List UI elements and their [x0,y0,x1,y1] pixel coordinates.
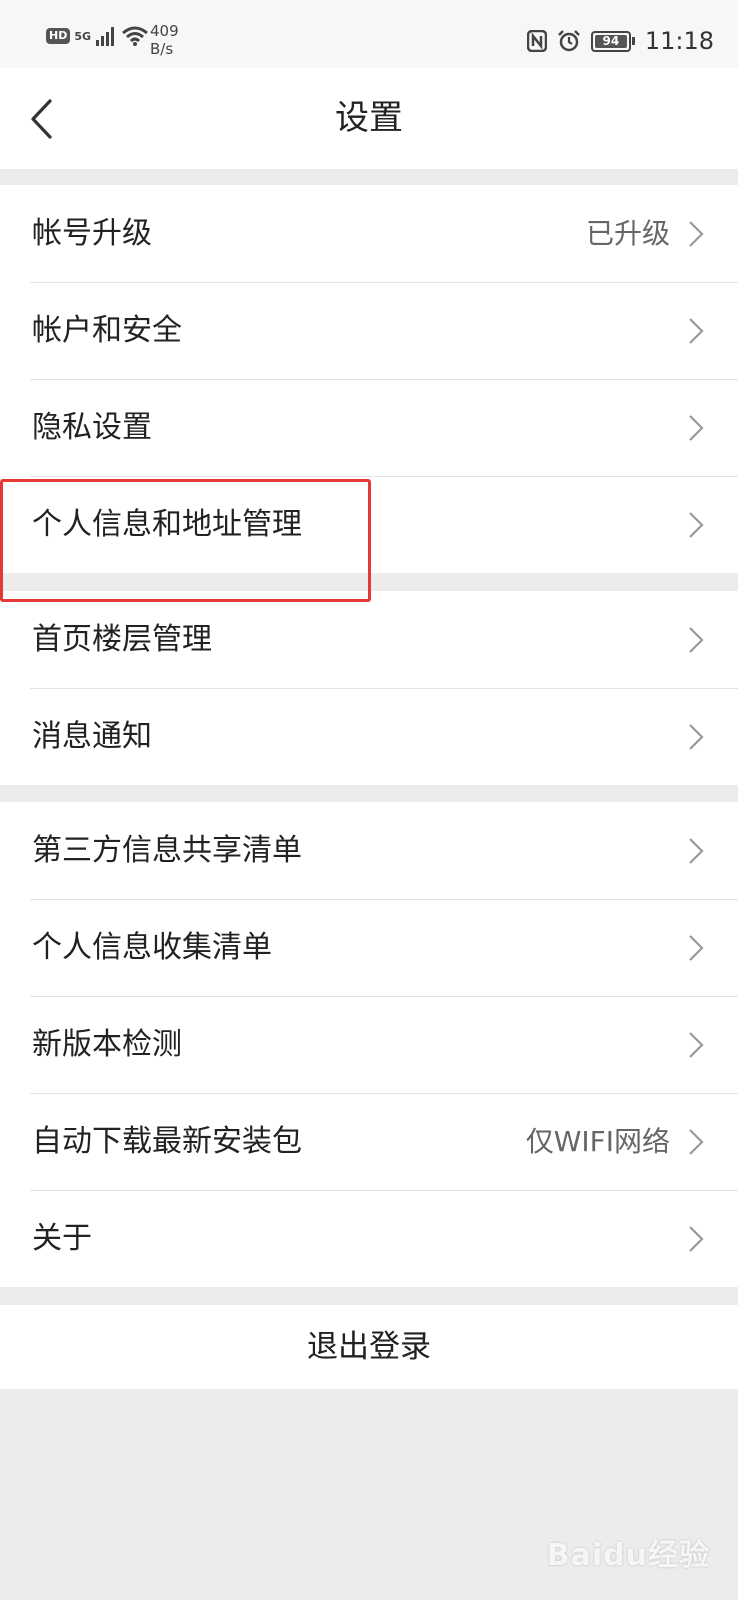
clock: 11:18 [644,27,714,55]
status-bar: HD 5G 409 B/s 94 11:18 [0,0,738,68]
settings-row-info-collection[interactable]: 个人信息收集清单 [0,899,738,996]
row-label: 帐户和安全 [32,313,182,348]
chevron-right-icon [689,627,704,653]
settings-group-home: 首页楼层管理 消息通知 [0,591,738,785]
alarm-icon [557,30,580,52]
network-type: 5G [74,29,92,43]
settings-row-about[interactable]: 关于 [0,1190,738,1287]
row-label: 自动下载最新安装包 [32,1124,302,1159]
settings-row-notifications[interactable]: 消息通知 [0,688,738,785]
settings-row-account-security[interactable]: 帐户和安全 [0,282,738,379]
row-label: 首页楼层管理 [32,622,212,657]
speed-unit: B/s [150,40,174,58]
settings-group-misc: 第三方信息共享清单 个人信息收集清单 新版本检测 自动下载最新安装包 仅WIFI… [0,802,738,1287]
chevron-right-icon [689,935,704,961]
chevron-right-icon [689,1129,704,1155]
row-label: 消息通知 [32,719,152,754]
settings-row-home-floor[interactable]: 首页楼层管理 [0,591,738,688]
settings-row-privacy[interactable]: 隐私设置 [0,379,738,476]
row-label: 个人信息收集清单 [32,930,272,965]
highlight-box [0,479,371,602]
speed-value: 409 [150,22,179,40]
nav-bar: 设置 [0,68,738,169]
chevron-right-icon [689,415,704,441]
chevron-right-icon [689,838,704,864]
watermark-logo: Baidu经验 [546,1538,710,1573]
chevron-right-icon [689,221,704,247]
chevron-right-icon [689,512,704,538]
hd-badge: HD [46,28,71,44]
page-title: 设置 [335,98,403,138]
status-right: 94 11:18 [526,27,714,55]
network-speed: 409 B/s [150,22,179,58]
status-left: HD 5G [46,26,149,46]
wifi-icon [122,26,148,46]
logout-button[interactable]: 退出登录 [0,1305,738,1389]
chevron-right-icon [689,1032,704,1058]
row-label: 帐号升级 [32,216,152,251]
row-label: 隐私设置 [32,410,152,445]
settings-row-version-check[interactable]: 新版本检测 [0,996,738,1093]
battery-level: 94 [594,34,627,48]
nfc-icon [526,30,547,52]
row-label: 关于 [32,1221,92,1256]
row-label: 第三方信息共享清单 [32,833,302,868]
settings-row-auto-download[interactable]: 自动下载最新安装包 仅WIFI网络 [0,1093,738,1190]
chevron-right-icon [689,724,704,750]
row-value: 仅WIFI网络 [525,1125,670,1158]
signal-icon [96,27,115,46]
battery-icon: 94 [590,30,635,52]
settings-row-account-upgrade[interactable]: 帐号升级 已升级 [0,185,738,282]
chevron-right-icon [689,318,704,344]
settings-row-third-party-sharing[interactable]: 第三方信息共享清单 [0,802,738,899]
row-value: 已升级 [585,217,670,250]
row-label: 新版本检测 [32,1027,182,1062]
chevron-right-icon [689,1226,704,1252]
